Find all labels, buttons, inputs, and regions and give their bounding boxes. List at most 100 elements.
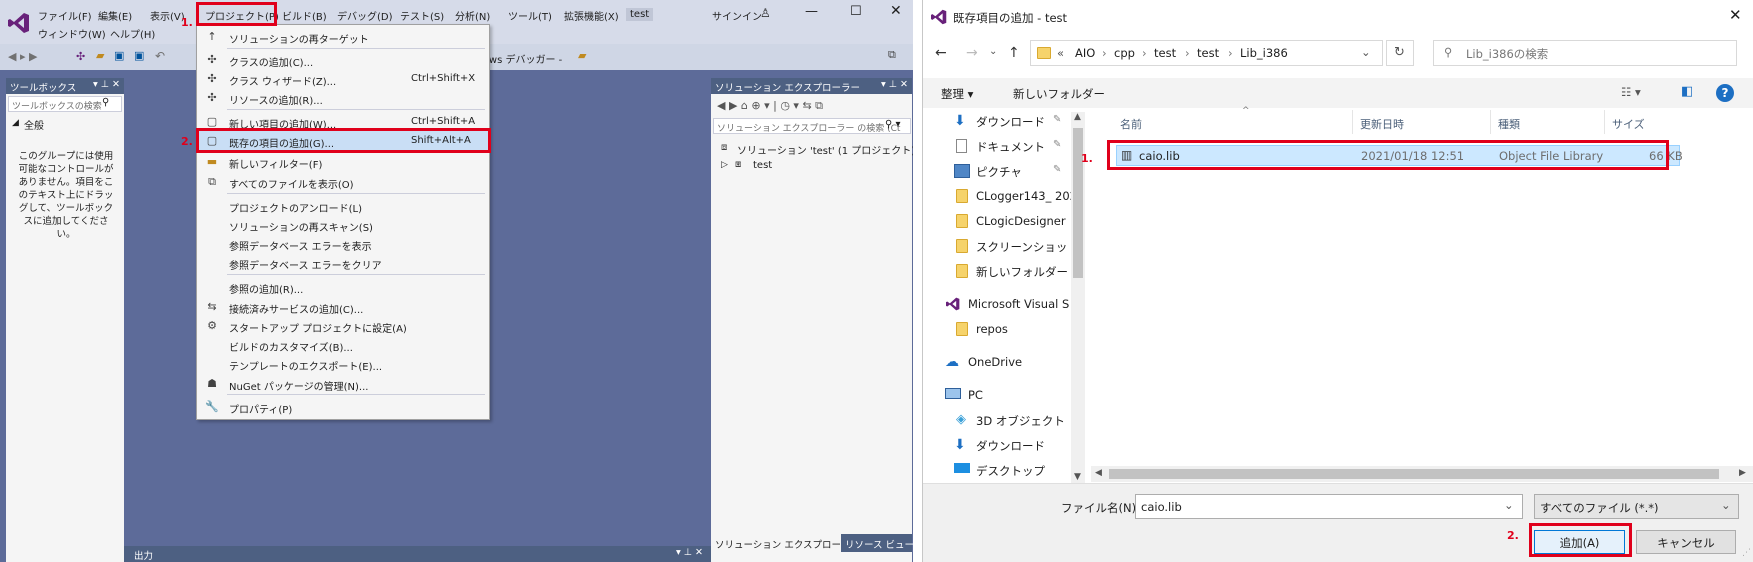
breadcrumb-lib-i386[interactable]: Lib_i386 xyxy=(1240,46,1288,60)
pane-controls-icon[interactable]: ▾ ⊥ ✕ xyxy=(676,547,703,558)
menu-analyze[interactable]: 分析(N) xyxy=(455,8,490,23)
column-header-modified[interactable]: 更新日時 xyxy=(1360,116,1404,132)
menu-item-properties[interactable]: 🔧 プロパティ(P) xyxy=(197,397,489,416)
nav-item-screenshots[interactable]: スクリーンショット xyxy=(923,235,1073,257)
menu-item-show-db-errors[interactable]: 参照データベース エラーを表示 xyxy=(197,234,489,253)
back-forward-icon[interactable]: ◀ ▸ ▶ xyxy=(8,50,37,63)
refresh-button[interactable]: ↻ xyxy=(1386,40,1414,66)
solution-explorer-search-input[interactable]: ソリューション エクスプローラー の検索 (Ct xyxy=(713,118,911,134)
menu-item-add-class[interactable]: ✣ クラスの追加(C)... xyxy=(197,50,489,69)
search-icon[interactable]: ⚲ xyxy=(102,97,109,108)
pin-icon[interactable]: ✎ xyxy=(1053,139,1061,150)
menu-item-manage-nuget[interactable]: ☗ NuGet パッケージの管理(N)... xyxy=(197,374,489,393)
nav-item-desktop[interactable]: デスクトップ xyxy=(923,459,1073,481)
menu-item-add-resource[interactable]: ✣ リソースの追加(R)... xyxy=(197,88,489,107)
menu-test[interactable]: テスト(S) xyxy=(400,8,444,23)
organize-button[interactable]: 整理 ▾ xyxy=(941,86,973,102)
menu-item-add-reference[interactable]: 参照の追加(R)... xyxy=(197,277,489,296)
feedback-icon[interactable]: ⧉ xyxy=(888,48,896,62)
undo-icon[interactable]: ↶ xyxy=(155,49,165,63)
signin-link[interactable]: サインイン xyxy=(712,8,762,23)
nav-item-clogger[interactable]: CLogger143_ 202 xyxy=(923,185,1073,207)
filename-input[interactable]: caio.lib ⌄ xyxy=(1135,494,1523,519)
nav-item-repos[interactable]: repos xyxy=(923,318,1073,340)
nav-item-3d-objects[interactable]: ◈ 3D オブジェクト xyxy=(923,409,1073,431)
chevron-down-icon[interactable]: ⌄ xyxy=(1361,45,1371,59)
menu-build[interactable]: ビルド(B) xyxy=(282,8,327,23)
menu-item-new-filter[interactable]: ▬ 新しいフィルター(F) xyxy=(197,152,489,171)
maximize-icon[interactable]: ☐ xyxy=(850,4,862,19)
breadcrumb-test-1[interactable]: test xyxy=(1154,46,1176,60)
save-icon[interactable]: ▣ xyxy=(114,49,124,62)
file-list-horizontal-scrollbar[interactable]: ◀ ▶ xyxy=(1091,466,1753,482)
menu-item-unload-project[interactable]: プロジェクトのアンロード(L) xyxy=(197,196,489,215)
forward-arrow-icon[interactable]: → xyxy=(966,45,978,61)
chevron-down-icon[interactable]: ⌄ xyxy=(1721,498,1731,512)
menu-item-retarget-solution[interactable]: ↑ ソリューションの再ターゲット xyxy=(197,27,489,46)
column-header-size[interactable]: サイズ xyxy=(1612,116,1645,132)
toolbox-group-general[interactable]: 全般 xyxy=(24,117,44,132)
open-folder-icon[interactable]: ▰ xyxy=(96,49,104,62)
nav-item-documents[interactable]: ドキュメント ✎ xyxy=(923,135,1073,157)
local-debugger-button[interactable]: lows デバッガー - xyxy=(480,51,562,66)
pane-controls-icon[interactable]: ▾ ⊥ ✕ xyxy=(93,79,120,90)
scroll-right-icon[interactable]: ▶ xyxy=(1739,468,1746,478)
breadcrumb-overflow[interactable]: « xyxy=(1057,46,1064,60)
filetype-select[interactable]: すべてのファイル (*.*) ⌄ xyxy=(1534,494,1739,519)
resize-grip-icon[interactable]: ⋰ xyxy=(1742,548,1751,558)
scrollbar-thumb[interactable] xyxy=(1109,469,1719,479)
menu-debug[interactable]: デバッグ(D) xyxy=(337,8,393,23)
search-icon[interactable]: ⚲ ▾ xyxy=(885,119,901,130)
chevron-down-icon[interactable]: ⌄ xyxy=(1504,498,1514,512)
pin-icon[interactable]: ✎ xyxy=(1053,164,1061,175)
tab-solution-explorer[interactable]: ソリューション エクスプローラー xyxy=(711,534,841,552)
menu-view[interactable]: 表示(V) xyxy=(150,8,185,23)
column-header-name[interactable]: 名前 xyxy=(1120,116,1142,132)
menu-item-show-all-files[interactable]: ⧉ すべてのファイルを表示(O) xyxy=(197,172,489,191)
menu-item-export-template[interactable]: テンプレートのエクスポート(E)... xyxy=(197,354,489,373)
scrollbar-thumb[interactable] xyxy=(1073,128,1083,278)
back-arrow-icon[interactable]: ← xyxy=(935,45,947,61)
help-icon[interactable]: ? xyxy=(1716,84,1734,102)
column-header-type[interactable]: 種類 xyxy=(1498,116,1520,132)
preview-pane-icon[interactable]: ◧ xyxy=(1681,84,1693,99)
new-project-icon[interactable]: ✣ xyxy=(76,50,85,63)
solution-node[interactable]: ソリューション 'test' (1 プロジェクト) xyxy=(737,142,913,157)
save-all-icon[interactable]: ▣ xyxy=(134,49,144,62)
menu-item-set-startup-project[interactable]: ⚙ スタートアップ プロジェクトに設定(A) xyxy=(197,316,489,335)
nav-item-microsoft-visual-studio[interactable]: Microsoft Visual S xyxy=(923,293,1073,315)
menu-item-clear-db-errors[interactable]: 参照データベース エラーをクリア xyxy=(197,253,489,272)
scroll-up-icon[interactable]: ▲ xyxy=(1074,112,1081,122)
breadcrumb-aio[interactable]: AIO xyxy=(1075,46,1095,60)
new-folder-button[interactable]: 新しいフォルダー xyxy=(1013,86,1105,102)
project-node[interactable]: test xyxy=(753,160,772,171)
solution-explorer-toolbar-icons[interactable]: ◀ ▶ ⌂ ⊕ ▾ | ◷ ▾ ⇆ ⧉ xyxy=(717,99,823,113)
expand-triangle-icon[interactable]: ◢ xyxy=(12,118,19,128)
breadcrumb-test-2[interactable]: test xyxy=(1197,46,1219,60)
menu-help[interactable]: ヘルプ(H) xyxy=(110,26,155,41)
nav-item-pictures[interactable]: ピクチャ ✎ xyxy=(923,160,1073,182)
cancel-button[interactable]: キャンセル xyxy=(1636,530,1736,554)
menu-item-rescan-solution[interactable]: ソリューションの再スキャン(S) xyxy=(197,215,489,234)
scroll-down-icon[interactable]: ▼ xyxy=(1074,472,1081,482)
navigation-scrollbar[interactable]: ▲ ▼ xyxy=(1071,112,1085,484)
menu-edit[interactable]: 編集(E) xyxy=(98,8,132,23)
scroll-left-icon[interactable]: ◀ xyxy=(1095,468,1102,478)
minimize-icon[interactable]: — xyxy=(805,4,818,19)
menu-tools[interactable]: ツール(T) xyxy=(508,8,552,23)
nav-item-pc[interactable]: PC xyxy=(923,384,1073,406)
nav-item-new-folder[interactable]: 新しいフォルダー xyxy=(923,260,1073,282)
menu-extensions[interactable]: 拡張機能(X) xyxy=(564,8,619,23)
pane-controls-icon[interactable]: ▾ ⊥ ✕ xyxy=(881,79,908,90)
menu-file[interactable]: ファイル(F) xyxy=(38,8,92,23)
nav-item-onedrive[interactable]: ☁ OneDrive xyxy=(923,351,1073,373)
close-icon[interactable]: ✕ xyxy=(1729,6,1742,24)
collapse-arrow-icon[interactable]: ▷ xyxy=(721,160,728,170)
search-input[interactable]: ⚲ Lib_i386の検索 xyxy=(1433,40,1737,66)
address-bar[interactable]: « AIO › cpp › test › test › Lib_i386 ⌄ xyxy=(1030,40,1383,66)
menu-item-build-customizations[interactable]: ビルドのカスタマイズ(B)... xyxy=(197,335,489,354)
nav-item-clogicdesigner[interactable]: CLogicDesigner xyxy=(923,210,1073,232)
breadcrumb-cpp[interactable]: cpp xyxy=(1114,46,1135,60)
menu-item-class-wizard[interactable]: ✣ クラス ウィザード(Z)... Ctrl+Shift+X xyxy=(197,69,489,88)
tab-resource-view[interactable]: リソース ビュー xyxy=(845,537,913,551)
